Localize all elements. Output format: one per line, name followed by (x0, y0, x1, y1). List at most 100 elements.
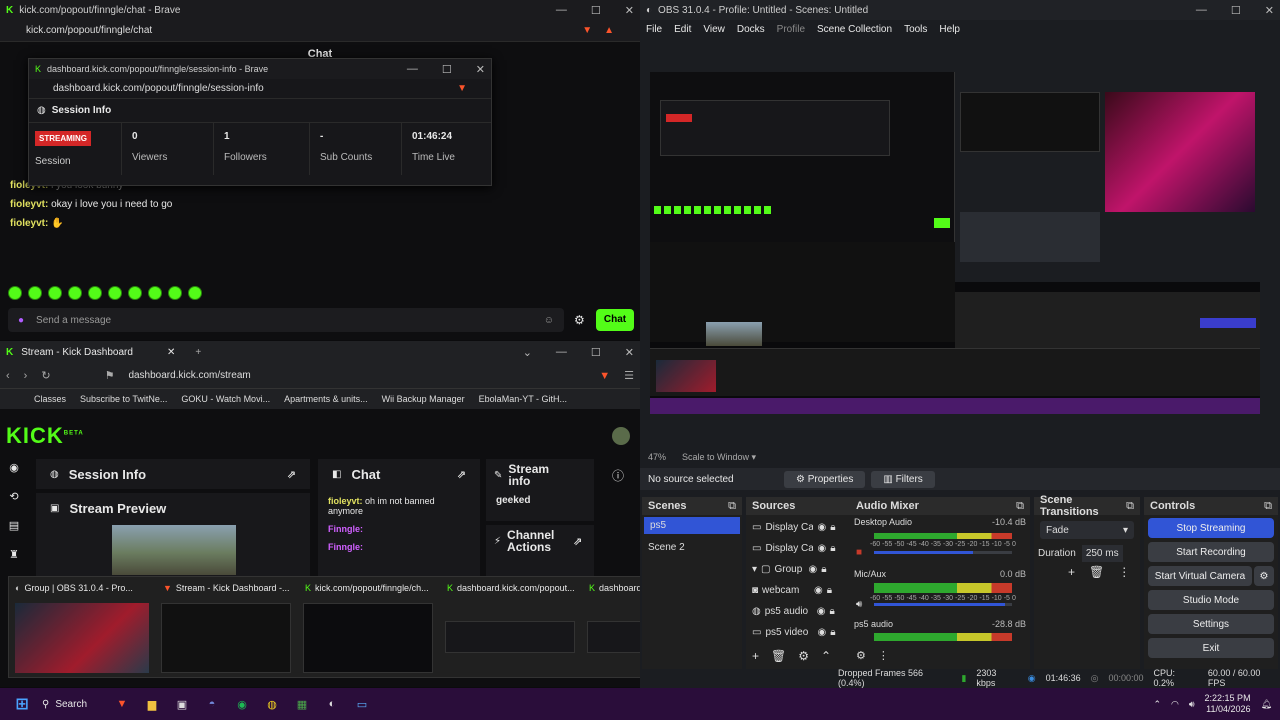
search-button[interactable]: ⚲ Search (42, 699, 102, 710)
lock-icon[interactable]: 🔒︎ (821, 564, 826, 575)
menu-icon[interactable]: ☰ (624, 369, 634, 382)
spotify-icon[interactable]: ◉ (232, 694, 252, 714)
eye-icon[interactable]: ◉ (808, 564, 817, 575)
chat-input[interactable]: ● Send a message ☺ (8, 308, 564, 332)
minimize-icon[interactable]: — (1196, 4, 1207, 17)
trash-icon[interactable]: 🗑︎ (771, 649, 786, 663)
emoji-icon[interactable]: ☺ (544, 315, 554, 326)
menu-docks[interactable]: Docks (737, 24, 765, 35)
bookmark-item[interactable]: Classes (34, 394, 66, 404)
volume-slider[interactable] (874, 603, 1012, 606)
maximize-icon[interactable]: ☐ (442, 63, 452, 76)
obs-preview-canvas[interactable] (650, 72, 1260, 414)
maximize-icon[interactable]: ☐ (591, 346, 601, 359)
stop-streaming-button[interactable]: Stop Streaming (1148, 518, 1274, 538)
emote-icon[interactable] (128, 286, 142, 300)
scene-item[interactable]: ps5 (644, 517, 740, 534)
popout-icon[interactable]: ⇗ (573, 535, 582, 548)
tab-dashboard[interactable]: Stream - Kick Dashboard (21, 347, 133, 358)
more-icon[interactable]: ⋮ (1118, 565, 1130, 579)
volume-slider[interactable] (874, 551, 1012, 554)
bookmark-item[interactable]: GOKU - Watch Movi... (181, 394, 270, 404)
dock-icon[interactable]: ⧉ (728, 500, 736, 513)
menu-scene-collection[interactable]: Scene Collection (817, 24, 892, 35)
eye-icon[interactable]: ◉ (817, 543, 826, 554)
avatar[interactable] (612, 427, 630, 445)
menu-edit[interactable]: Edit (674, 24, 691, 35)
eye-icon[interactable]: ◉ (817, 522, 826, 533)
photo-app-icon[interactable]: ▭ (352, 694, 372, 714)
lock-icon[interactable]: 🔒︎ (830, 627, 835, 638)
menu-tools[interactable]: Tools (904, 24, 927, 35)
close-icon[interactable]: ✕ (476, 63, 485, 76)
info-icon[interactable]: ⓘ (612, 467, 624, 484)
tray-chevron-icon[interactable]: ⌃ (1153, 699, 1161, 710)
dock-icon[interactable]: ⧉ (1016, 500, 1024, 513)
preview-item[interactable]: Kkick.com/popout/finngle/ch... (299, 577, 439, 677)
emote-icon[interactable] (88, 286, 102, 300)
bookmark-item[interactable]: Wii Backup Manager (382, 394, 465, 404)
emote-icon[interactable] (48, 286, 62, 300)
url-field[interactable]: dashboard.kick.com/stream (128, 370, 250, 381)
minimize-icon[interactable]: — (556, 346, 567, 359)
lock-icon[interactable]: 🔒︎ (827, 585, 832, 596)
notification-bell-icon[interactable]: 🔔︎ (1261, 699, 1272, 710)
preview-item[interactable]: Kdashboard.kick.com/popout... (441, 577, 581, 677)
lock-icon[interactable]: 🔒︎ (829, 606, 834, 617)
mute-icon[interactable]: ■ (856, 547, 862, 558)
forward-icon[interactable]: › (24, 370, 28, 382)
emote-icon[interactable] (188, 286, 202, 300)
chat-send-button[interactable]: Chat (596, 309, 634, 331)
scene-item[interactable]: Scene 2 (642, 536, 742, 559)
preview-item[interactable]: ▼ Stream - Kick Dashboard -... (157, 577, 297, 677)
wifi-icon[interactable]: ◠ (1171, 699, 1179, 710)
bookmark-item[interactable]: Subscribe to TwitNe... (80, 394, 167, 404)
transition-select[interactable]: Fade ▾ (1040, 521, 1134, 539)
notification-app-icon[interactable]: ◍ (262, 694, 282, 714)
emote-icon[interactable] (108, 286, 122, 300)
dock-icon[interactable]: ⧉ (1264, 500, 1272, 513)
filters-button[interactable]: ▥ Filters (871, 470, 935, 488)
virtual-camera-settings-button[interactable]: ⚙ (1254, 566, 1274, 586)
trash-icon[interactable]: 🗑︎ (1089, 565, 1104, 579)
minecraft-icon[interactable]: ▦ (292, 694, 312, 714)
emote-icon[interactable] (168, 286, 182, 300)
volume-icon[interactable]: 🔊︎ (1189, 699, 1195, 710)
nav-film-icon[interactable]: ▤ (9, 519, 19, 532)
discord-icon[interactable]: ◓ (202, 694, 222, 714)
brave-icon[interactable]: ▼ (112, 694, 132, 714)
nav-trophy-icon[interactable]: ♜ (9, 548, 19, 561)
bookmark-item[interactable]: EbolaMan-YT - GitH... (479, 394, 567, 404)
nav-link-icon[interactable]: ⟲ (9, 490, 18, 503)
nav-stream-icon[interactable]: ◉ (9, 461, 19, 474)
settings-gear-icon[interactable]: ⚙ (574, 313, 585, 327)
obs-icon[interactable]: ◐ (322, 694, 342, 714)
minimize-icon[interactable]: — (556, 4, 567, 17)
settings-button[interactable]: Settings (1148, 614, 1274, 634)
add-icon[interactable]: + (1068, 565, 1075, 579)
file-explorer-icon[interactable]: ▆ (142, 694, 162, 714)
bookmark-icon[interactable]: ⚑ (105, 369, 115, 382)
emote-icon[interactable] (28, 286, 42, 300)
duration-input[interactable]: 250 ms (1081, 545, 1123, 562)
clock[interactable]: 2:22:15 PM 11/04/2026 (1205, 693, 1251, 715)
minimize-icon[interactable]: — (407, 63, 418, 76)
start-virtual-camera-button[interactable]: Start Virtual Camera (1148, 566, 1252, 586)
maximize-icon[interactable]: ☐ (591, 4, 601, 17)
emote-icon[interactable] (68, 286, 82, 300)
close-icon[interactable]: ✕ (1265, 4, 1274, 17)
brave-shield-icon[interactable]: ▼ (457, 83, 467, 94)
close-icon[interactable]: ✕ (625, 4, 634, 17)
eye-icon[interactable]: ◉ (817, 606, 826, 617)
new-tab-icon[interactable]: + (195, 347, 201, 358)
back-icon[interactable]: ‹ (6, 370, 10, 382)
more-icon[interactable]: ⋮ (878, 649, 889, 662)
brave-shield-icon[interactable]: ▼ (582, 25, 592, 36)
emote-icon[interactable] (8, 286, 22, 300)
eye-icon[interactable]: ◉ (814, 585, 823, 596)
properties-button[interactable]: ⚙ Properties (784, 470, 866, 488)
bookmark-item[interactable]: Apartments & units... (284, 394, 368, 404)
popout-icon[interactable]: ⇗ (287, 468, 296, 481)
add-icon[interactable]: + (752, 649, 759, 663)
dock-icon[interactable]: ⧉ (1126, 500, 1134, 513)
